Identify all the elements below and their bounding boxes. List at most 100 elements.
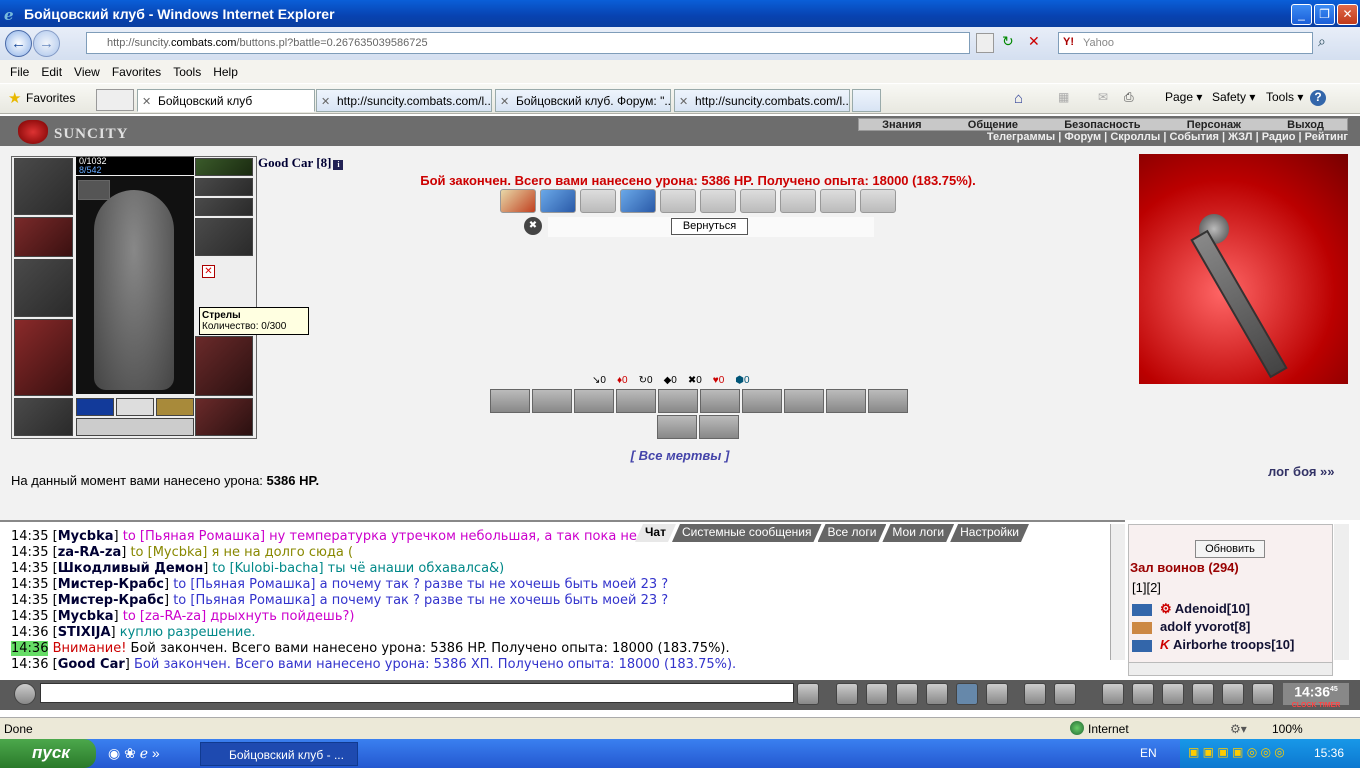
scroll-slot-9[interactable] xyxy=(820,189,856,213)
search-input[interactable]: Y! Yahoo xyxy=(1058,32,1313,54)
private-icon[interactable] xyxy=(1132,621,1152,634)
walk-icon[interactable] xyxy=(926,683,948,705)
empty-slot[interactable] xyxy=(116,398,154,416)
maximize-button[interactable]: ❐ xyxy=(1314,4,1335,25)
page-menu[interactable]: Page ▾ xyxy=(1165,90,1202,104)
earrings-slot[interactable] xyxy=(195,158,253,176)
home-icon[interactable]: ⌂ xyxy=(1014,90,1023,107)
clear-icon[interactable] xyxy=(836,683,858,705)
refresh-button[interactable]: Обновить xyxy=(1195,540,1265,558)
helmet-icon[interactable] xyxy=(1054,683,1076,705)
tab-my-logs[interactable]: Мои логи xyxy=(882,524,954,542)
chat-scrollbar[interactable] xyxy=(1110,524,1125,660)
quicklaunch-icons[interactable]: ◉ ❀ ℯ » xyxy=(108,745,160,762)
safety-menu[interactable]: Safety ▾ xyxy=(1212,90,1255,104)
menu-security[interactable]: Безопасность xyxy=(1064,119,1140,131)
skill-1[interactable] xyxy=(490,389,530,413)
new-tab-button[interactable] xyxy=(852,89,881,112)
scroll-slot-7[interactable] xyxy=(740,189,776,213)
url-input[interactable]: http://suncity. combats.com/buttons.pl?ba… xyxy=(86,32,970,54)
map-icon[interactable] xyxy=(1132,683,1154,705)
weapon-slot[interactable] xyxy=(14,259,73,317)
scroll-slot-1[interactable] xyxy=(500,189,536,213)
scroll-slot-3[interactable] xyxy=(580,189,616,213)
pocket-slots[interactable] xyxy=(76,418,194,436)
forward-button[interactable]: → xyxy=(33,30,60,57)
back-button[interactable]: ← xyxy=(5,30,32,57)
skill-11[interactable] xyxy=(657,415,697,439)
home-icon[interactable] xyxy=(1222,683,1244,705)
zoom-level[interactable]: 100% xyxy=(1272,722,1303,736)
smiley-icon[interactable] xyxy=(1024,683,1046,705)
menu-communication[interactable]: Общение xyxy=(968,119,1018,131)
friends-icon[interactable] xyxy=(1162,683,1184,705)
refresh-icon[interactable]: ↻ xyxy=(1002,33,1020,53)
skill-5[interactable] xyxy=(658,389,698,413)
menu-character[interactable]: Персонаж xyxy=(1187,119,1241,131)
tray-icons[interactable]: ▣ ▣ ▣ ▣ ◎ ◎ ◎ xyxy=(1188,745,1308,761)
skill-10[interactable] xyxy=(868,389,908,413)
exit-icon[interactable] xyxy=(1252,683,1274,705)
players-scrollbar[interactable] xyxy=(1334,524,1349,660)
sound-icon[interactable] xyxy=(986,683,1008,705)
menu-view[interactable]: View xyxy=(74,65,100,79)
speed-icon[interactable] xyxy=(956,683,978,705)
menu-help[interactable]: Help xyxy=(213,65,238,79)
send-icon[interactable] xyxy=(797,683,819,705)
tab-3[interactable]: ✕ Бойцовский клуб. Форум: "... xyxy=(495,89,671,112)
taskbar-ie-item[interactable]: Бойцовский клуб - ... xyxy=(200,742,358,766)
private-icon[interactable] xyxy=(1132,639,1152,652)
menu-exit[interactable]: Выход xyxy=(1287,119,1324,131)
scroll-slot-8[interactable] xyxy=(780,189,816,213)
stop-icon[interactable]: ✕ xyxy=(1028,33,1046,53)
protected-mode-icon[interactable]: ⚙▾ xyxy=(1230,722,1247,736)
sub-menu[interactable]: Телеграммы | Форум | Скроллы | События |… xyxy=(930,131,1348,144)
skill-6[interactable] xyxy=(700,389,740,413)
menu-edit[interactable]: Edit xyxy=(41,65,62,79)
help-icon[interactable]: ? xyxy=(1310,90,1326,106)
scroll-slot-4[interactable] xyxy=(620,189,656,213)
search-icon[interactable]: ⌕ xyxy=(1318,33,1326,50)
menu-favorites[interactable]: Favorites xyxy=(112,65,161,79)
menu-file[interactable]: File xyxy=(10,65,29,79)
tray-clock[interactable]: 15:36 xyxy=(1314,746,1344,760)
tab-chat[interactable]: Чат xyxy=(635,524,676,542)
armor-slot[interactable] xyxy=(14,319,73,396)
rings-slot[interactable] xyxy=(195,198,253,216)
skill-3[interactable] xyxy=(574,389,614,413)
feeds-icon[interactable]: ▦ xyxy=(1058,90,1069,104)
player-item[interactable]: adolf yvorot[8] xyxy=(1132,619,1250,634)
filter-icon[interactable] xyxy=(866,683,888,705)
chat-input[interactable] xyxy=(40,683,794,703)
skill-12[interactable] xyxy=(699,415,739,439)
tab-1[interactable]: ✕ Бойцовский клуб xyxy=(137,89,315,112)
player-item[interactable]: ⚙ Adenoid[10] xyxy=(1132,601,1250,617)
scroll-slot-10[interactable] xyxy=(860,189,896,213)
mail-icon[interactable]: ✉ xyxy=(1098,90,1108,104)
menu-knowledge[interactable]: Знания xyxy=(882,119,921,131)
scroll-slot[interactable] xyxy=(156,398,194,416)
player-item[interactable]: K Airborhe troops[10] xyxy=(1132,637,1294,652)
scroll-slot-2[interactable] xyxy=(540,189,576,213)
minimize-button[interactable]: _ xyxy=(1291,4,1312,25)
save-icon[interactable] xyxy=(896,683,918,705)
belt-slot[interactable] xyxy=(14,398,73,436)
scroll-slot-6[interactable] xyxy=(700,189,736,213)
tab-settings[interactable]: Настройки xyxy=(950,524,1029,542)
language-indicator[interactable]: EN xyxy=(1140,746,1157,760)
scroll-slot-5[interactable] xyxy=(660,189,696,213)
skill-4[interactable] xyxy=(616,389,656,413)
print-icon[interactable]: ⎙ xyxy=(1124,90,1134,105)
quick-tabs-icon[interactable] xyxy=(96,89,134,111)
menu-tools[interactable]: Tools xyxy=(173,65,201,79)
suncity-logo[interactable]: SUNCITY xyxy=(16,117,136,145)
helmet-slot[interactable] xyxy=(14,158,73,215)
skill-8[interactable] xyxy=(784,389,824,413)
private-icon[interactable] xyxy=(1132,603,1152,616)
bracers-slot[interactable] xyxy=(14,217,73,257)
players-hscrollbar[interactable] xyxy=(1128,662,1333,676)
gloves-slot[interactable] xyxy=(195,218,253,256)
info-icon[interactable]: i xyxy=(333,160,344,170)
amulet-slot[interactable] xyxy=(195,178,253,196)
return-button[interactable]: Вернуться xyxy=(671,218,748,235)
